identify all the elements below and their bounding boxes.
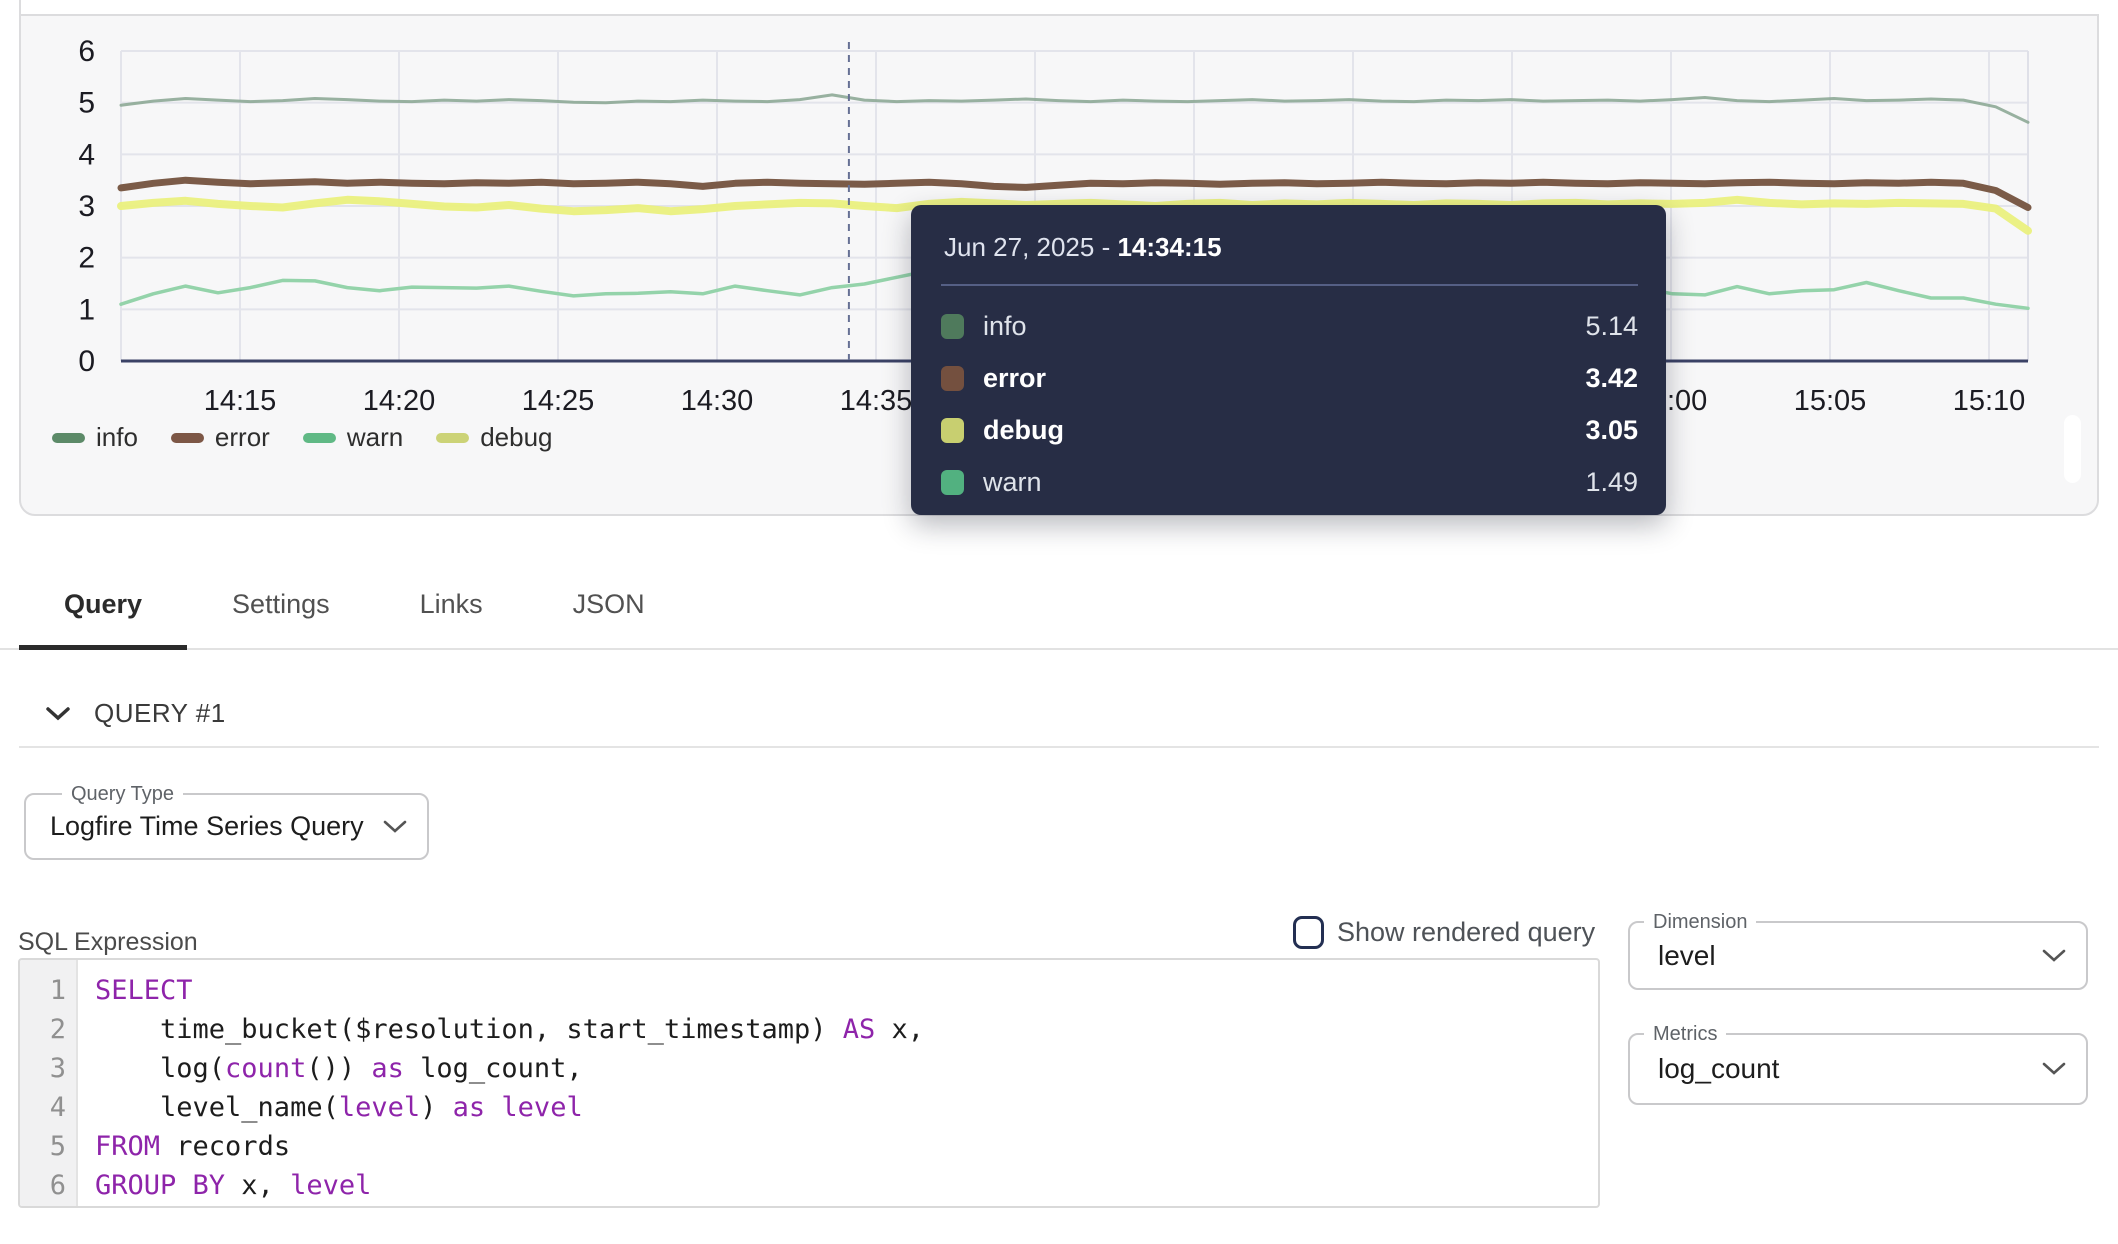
code-line-2[interactable]: time_bucket($resolution, start_timestamp…: [95, 1010, 924, 1049]
show-rendered-query-label: Show rendered query: [1337, 917, 1595, 948]
sql-code[interactable]: SELECT time_bucket($resolution, start_ti…: [78, 960, 924, 1206]
x-axis-tick-label: 14:25: [522, 385, 595, 417]
collapse-chevron-icon[interactable]: [46, 707, 70, 721]
x-axis-tick-label: 14:20: [363, 385, 436, 417]
line-number: 6: [20, 1166, 66, 1205]
query-title: QUERY #1: [94, 698, 226, 729]
tooltip-swatch-info: [941, 314, 964, 339]
tooltip-series-value: 3.05: [1585, 415, 1638, 446]
tab-query[interactable]: Query: [19, 560, 187, 648]
tooltip-date: Jun 27, 2025 -: [944, 232, 1117, 262]
tooltip-series-label: warn: [983, 467, 1042, 498]
code-line-1[interactable]: SELECT: [95, 971, 924, 1010]
tooltip-time: 14:34:15: [1117, 232, 1221, 262]
chart-legend: info error warn debug: [52, 422, 553, 453]
show-rendered-query-control: Show rendered query: [1293, 916, 1595, 949]
legend-label: warn: [347, 422, 403, 453]
line-number: 5: [20, 1127, 66, 1166]
panel-scrollbar-thumb[interactable]: [2064, 415, 2081, 483]
metrics-value: log_count: [1658, 1035, 1779, 1103]
tooltip-swatch-debug: [941, 418, 964, 443]
section-divider: [19, 746, 2099, 748]
tooltip-row-info: info 5.14: [941, 300, 1638, 352]
tooltip-series-label: error: [983, 363, 1046, 394]
tabs: QuerySettingsLinksJSON: [19, 560, 2118, 648]
page-root: 012345614:1514:2014:2514:3014:3514:4014:…: [0, 0, 2118, 1244]
legend-item-error[interactable]: error: [171, 422, 270, 453]
chart-tooltip: Jun 27, 2025 - 14:34:15 info 5.14 error 3.4…: [911, 205, 1666, 515]
tooltip-rows: info 5.14 error 3.42 debug 3.05 warn 1.49: [941, 300, 1638, 508]
dimension-value: level: [1658, 923, 1716, 988]
legend-swatch-error: [171, 433, 204, 443]
line-number: 2: [20, 1010, 66, 1049]
code-line-4[interactable]: level_name(level) as level: [95, 1088, 924, 1127]
code-line-6[interactable]: GROUP BY x, level: [95, 1166, 924, 1205]
tooltip-row-error: error 3.42: [941, 352, 1638, 404]
y-axis-tick-label: 4: [78, 138, 95, 171]
tooltip-divider: [941, 284, 1638, 286]
tooltip-series-value: 1.49: [1585, 467, 1638, 498]
legend-swatch-info: [52, 433, 85, 443]
x-axis-tick-label: 15:10: [1953, 385, 2026, 417]
chevron-down-icon: [383, 820, 407, 839]
x-axis-tick-label: 14:35: [840, 385, 913, 417]
tooltip-timestamp: Jun 27, 2025 - 14:34:15: [941, 232, 1638, 263]
y-axis-tick-label: 0: [78, 345, 95, 378]
legend-label: info: [96, 422, 138, 453]
tooltip-swatch-error: [941, 366, 964, 391]
sql-expression-label: SQL Expression: [18, 928, 198, 957]
x-axis-tick-label: 14:15: [204, 385, 277, 417]
show-rendered-query-checkbox[interactable]: [1293, 916, 1324, 949]
tab-json[interactable]: JSON: [528, 560, 690, 648]
line-number: 4: [20, 1088, 66, 1127]
series-line-info: [121, 95, 2028, 122]
chevron-down-icon: [2042, 949, 2066, 968]
dimension-select[interactable]: Dimension level: [1628, 921, 2088, 990]
tooltip-row-debug: debug 3.05: [941, 404, 1638, 456]
code-line-5[interactable]: FROM records: [95, 1127, 924, 1166]
tooltip-series-value: 3.42: [1585, 363, 1638, 394]
tab-links[interactable]: Links: [375, 560, 528, 648]
tab-settings[interactable]: Settings: [187, 560, 375, 648]
query-type-value: Logfire Time Series Query: [50, 795, 364, 858]
y-axis-tick-label: 6: [78, 35, 95, 68]
legend-label: debug: [480, 422, 552, 453]
sql-code-editor[interactable]: 123456 SELECT time_bucket($resolution, s…: [18, 958, 1600, 1208]
legend-swatch-warn: [303, 433, 336, 443]
x-axis-tick-label: 14:30: [681, 385, 754, 417]
query-type-select[interactable]: Query Type Logfire Time Series Query: [24, 793, 429, 860]
y-axis-tick-label: 2: [78, 242, 95, 275]
metrics-select[interactable]: Metrics log_count: [1628, 1033, 2088, 1105]
y-axis-tick-label: 3: [78, 190, 95, 223]
code-line-3[interactable]: log(count()) as log_count,: [95, 1049, 924, 1088]
tab-bar: QuerySettingsLinksJSON: [0, 560, 2118, 650]
line-number: 1: [20, 971, 66, 1010]
tooltip-swatch-warn: [941, 470, 964, 495]
x-axis-tick-label: 15:05: [1794, 385, 1867, 417]
legend-item-warn[interactable]: warn: [303, 422, 403, 453]
chevron-down-icon: [2042, 1062, 2066, 1081]
y-axis-tick-label: 5: [78, 87, 95, 120]
legend-item-debug[interactable]: debug: [436, 422, 552, 453]
y-axis-tick-label: 1: [78, 293, 95, 326]
legend-label: error: [215, 422, 270, 453]
tooltip-series-label: info: [983, 311, 1027, 342]
line-number-gutter: 123456: [20, 960, 78, 1206]
tooltip-series-value: 5.14: [1585, 311, 1638, 342]
legend-swatch-debug: [436, 433, 469, 443]
tooltip-row-warn: warn 1.49: [941, 456, 1638, 508]
query-section-header[interactable]: QUERY #1: [46, 698, 226, 729]
tooltip-series-label: debug: [983, 415, 1064, 446]
line-number: 3: [20, 1049, 66, 1088]
legend-item-info[interactable]: info: [52, 422, 138, 453]
